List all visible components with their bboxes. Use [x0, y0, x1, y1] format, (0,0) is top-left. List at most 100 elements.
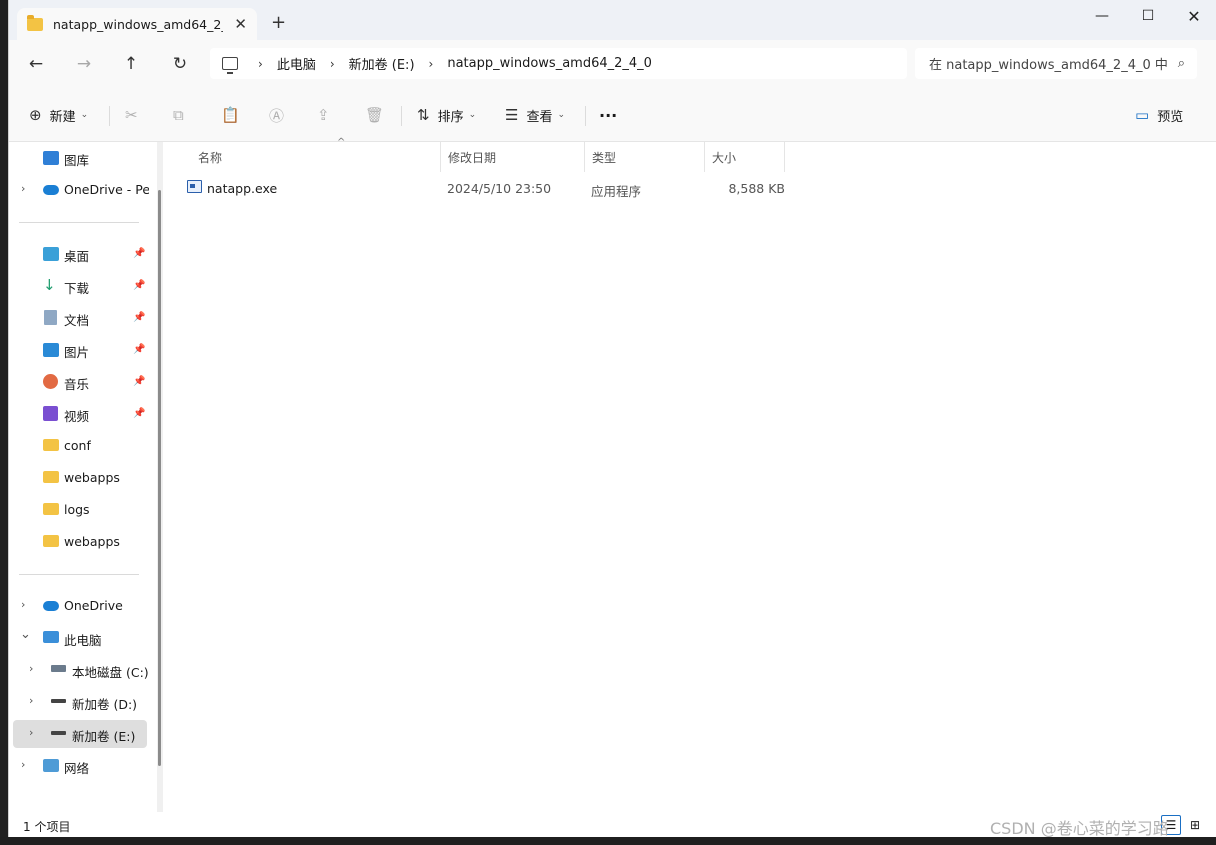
sidebar-item-label: OneDrive - Per [64, 182, 149, 197]
column-header-modified[interactable]: 修改日期 [441, 142, 585, 172]
chevron-right-icon[interactable]: › [29, 694, 33, 707]
pin-icon[interactable]: 📌 [133, 376, 145, 387]
share-icon: ⇪ [317, 106, 330, 124]
drive-icon [51, 699, 66, 703]
sidebar-scrollbar[interactable] [157, 142, 163, 814]
sidebar-item-network[interactable]: › 网络 [9, 752, 149, 780]
sidebar-item-drive-d[interactable]: › 新加卷 (D:) [9, 688, 149, 716]
maximize-button[interactable]: ☐ [1125, 0, 1171, 32]
sidebar-item-music[interactable]: 音乐 📌 [9, 368, 149, 396]
download-icon: ↓ [43, 276, 56, 294]
divider [401, 106, 402, 126]
file-row[interactable]: natapp.exe 2024/5/10 23:50 应用程序 8,588 KB [185, 174, 785, 202]
search-placeholder: 在 natapp_windows_amd64_2_4_0 中 [929, 58, 1168, 73]
sidebar-item-pictures[interactable]: 图片 📌 [9, 336, 149, 364]
pin-icon[interactable]: 📌 [133, 344, 145, 355]
scrollbar-thumb[interactable] [158, 190, 161, 766]
preview-label: 预览 [1157, 109, 1184, 125]
watermark: CSDN @卷心菜的学习路 [990, 819, 1169, 838]
sidebar-item-folder-webapps-2[interactable]: webapps [9, 528, 149, 556]
pin-icon[interactable]: 📌 [133, 408, 145, 419]
share-button[interactable]: ⇪ [317, 103, 338, 127]
breadcrumb-this-pc[interactable]: 此电脑 [277, 54, 316, 73]
search-icon[interactable]: ⌕ [1178, 56, 1185, 71]
close-button[interactable]: ✕ [1171, 0, 1216, 32]
drive-c-icon [51, 665, 66, 672]
cut-button[interactable]: ✂ [125, 103, 146, 127]
pin-icon[interactable]: 📌 [133, 312, 145, 323]
address-bar[interactable]: › 此电脑 › 新加卷 (E:) › natapp_windows_amd64_… [210, 48, 907, 79]
sidebar-item-label: 下载 [64, 281, 90, 296]
sidebar-item-label: 新加卷 (E:) [72, 729, 136, 744]
sidebar-item-onedrive-personal[interactable]: › OneDrive - Per [9, 176, 149, 204]
chevron-right-icon[interactable]: › [21, 182, 25, 195]
new-tab-button[interactable]: + [271, 12, 286, 33]
sidebar-item-onedrive[interactable]: › OneDrive [9, 592, 149, 620]
more-button[interactable]: ··· [599, 103, 617, 127]
pin-icon[interactable]: 📌 [133, 280, 145, 291]
divider [585, 106, 586, 126]
sidebar-item-folder-conf[interactable]: conf [9, 432, 149, 460]
breadcrumb-separator: › [428, 56, 434, 71]
computer-icon [43, 631, 59, 643]
chevron-right-icon[interactable]: › [21, 598, 25, 611]
sidebar-item-drive-c[interactable]: › 本地磁盘 (C:) [9, 656, 149, 684]
onedrive-icon [43, 185, 59, 195]
sort-button[interactable]: ⇅ 排序 ⌄ [417, 103, 476, 127]
search-box[interactable]: 在 natapp_windows_amd64_2_4_0 中 ⌕ [915, 48, 1197, 79]
videos-icon [43, 406, 58, 421]
preview-button[interactable]: ▭ 预览 [1135, 103, 1183, 127]
up-button[interactable]: ↑ [119, 52, 143, 76]
sidebar-item-label: 网络 [64, 761, 90, 776]
sidebar-item-desktop[interactable]: 桌面 📌 [9, 240, 149, 268]
sidebar-item-folder-webapps[interactable]: webapps [9, 464, 149, 492]
column-header-name[interactable]: 名称 ^ [191, 137, 441, 172]
minimize-button[interactable]: — [1079, 0, 1125, 32]
tiles-view-button[interactable]: ⊞ [1185, 815, 1205, 835]
sidebar-item-label: webapps [64, 470, 120, 485]
sidebar-item-label: 音乐 [64, 377, 90, 392]
music-icon [43, 374, 58, 389]
cut-icon: ✂ [125, 106, 138, 124]
column-header-label: 修改日期 [448, 150, 497, 165]
file-explorer-window: natapp_windows_amd64_2_4_0 ✕ + — ☐ ✕ ← →… [8, 0, 1216, 845]
new-button[interactable]: ⊕ 新建 ⌄ [29, 103, 88, 127]
computer-icon [222, 57, 238, 74]
breadcrumb-drive-e[interactable]: 新加卷 (E:) [349, 54, 415, 73]
title-bar: natapp_windows_amd64_2_4_0 ✕ + — ☐ ✕ [9, 0, 1216, 40]
gallery-icon [43, 151, 59, 165]
plus-circle-icon: ⊕ [29, 106, 42, 124]
paste-button[interactable]: 📋 [221, 103, 248, 127]
back-button[interactable]: ← [24, 52, 48, 76]
chevron-right-icon[interactable]: › [29, 662, 33, 675]
paste-icon: 📋 [221, 106, 240, 124]
sidebar-item-documents[interactable]: 文档 📌 [9, 304, 149, 332]
column-header-label: 大小 [712, 150, 737, 165]
delete-button[interactable]: 🗑 [365, 103, 392, 127]
column-header-type[interactable]: 类型 [585, 142, 705, 172]
tab-close-icon[interactable]: ✕ [234, 15, 247, 33]
sidebar-item-label: 文档 [64, 313, 90, 328]
refresh-button[interactable]: ↻ [168, 52, 192, 76]
network-icon [43, 759, 59, 772]
chevron-right-icon[interactable]: › [29, 726, 33, 739]
copy-icon: ⧉ [173, 106, 184, 124]
sidebar-item-label: 视频 [64, 409, 90, 424]
sidebar-item-gallery[interactable]: 图库 [9, 144, 149, 172]
chevron-down-icon[interactable]: ⌄ [20, 627, 31, 642]
active-tab[interactable]: natapp_windows_amd64_2_4_0 ✕ [17, 8, 257, 40]
sidebar-item-videos[interactable]: 视频 📌 [9, 400, 149, 428]
view-button[interactable]: ☰ 查看 ⌄ [505, 103, 565, 127]
sidebar-item-drive-e[interactable]: › 新加卷 (E:) [13, 720, 147, 748]
sidebar-item-this-pc[interactable]: ⌄ 此电脑 [9, 624, 149, 652]
tab-title: natapp_windows_amd64_2_4_0 [53, 16, 223, 32]
forward-button[interactable]: → [72, 52, 96, 76]
sidebar-item-downloads[interactable]: ↓ 下载 📌 [9, 272, 149, 300]
chevron-right-icon[interactable]: › [21, 758, 25, 771]
sidebar-item-folder-logs[interactable]: logs [9, 496, 149, 524]
pin-icon[interactable]: 📌 [133, 248, 145, 259]
rename-button[interactable]: Ⓐ [269, 103, 292, 127]
column-header-size[interactable]: 大小 [705, 142, 785, 172]
breadcrumb-current-folder[interactable]: natapp_windows_amd64_2_4_0 [447, 56, 652, 71]
copy-button[interactable]: ⧉ [173, 103, 192, 127]
